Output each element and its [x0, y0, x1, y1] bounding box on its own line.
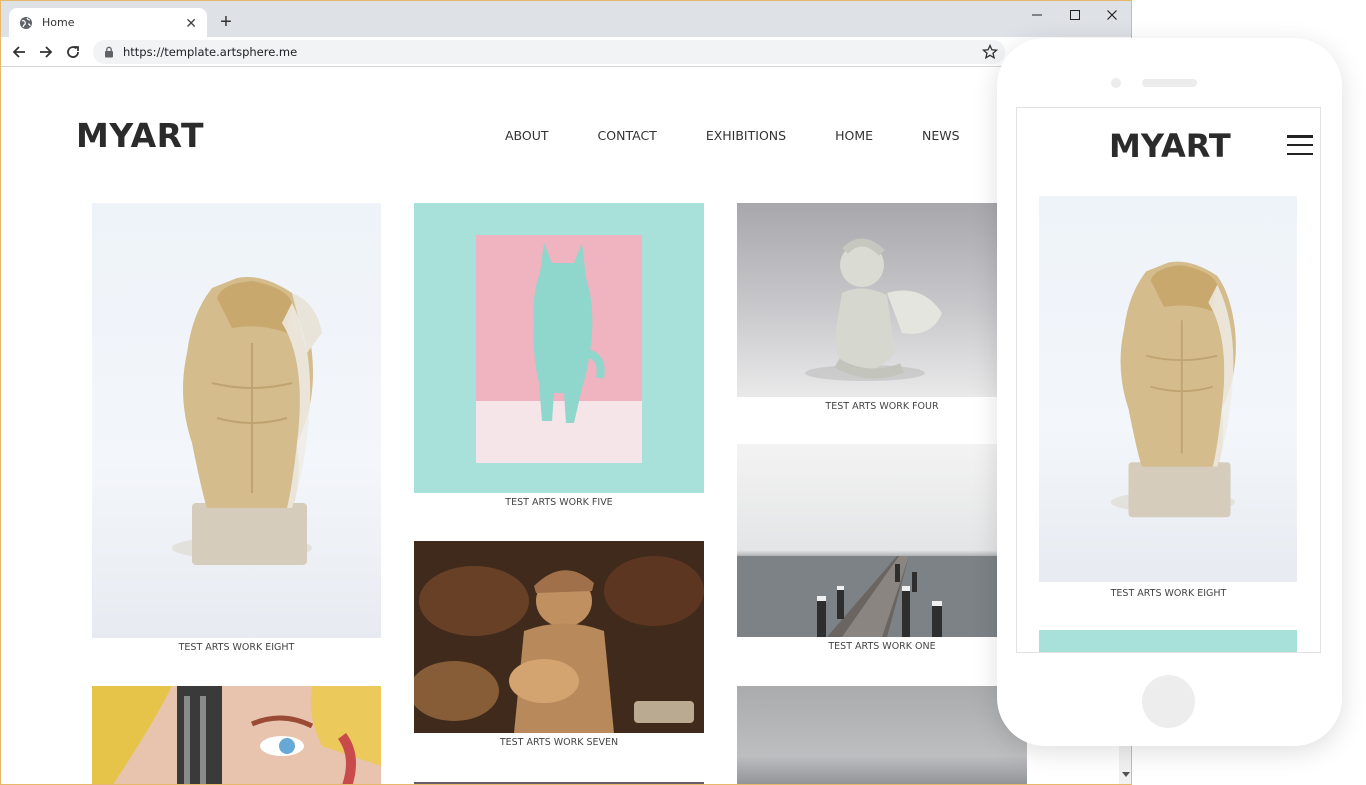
phone-screen: MYART TEST ARTS WORK EIGHT [1016, 107, 1321, 653]
browser-toolbar: https://template.artsphere.me [1, 37, 1131, 67]
gallery-caption: TEST ARTS WORK FIVE [505, 497, 613, 508]
nav-item-home[interactable]: HOME [835, 128, 873, 143]
artwork-image-fog[interactable] [737, 686, 1027, 784]
browser-window: Home ✕ + https://template.artsphere.me M… [0, 0, 1132, 785]
artwork-image-torso[interactable] [92, 203, 381, 638]
star-icon[interactable] [982, 44, 998, 60]
gallery-caption: TEST ARTS WORK ONE [828, 641, 936, 652]
artwork-image-pier[interactable] [737, 444, 999, 637]
screenshot-stage: Home ✕ + https://template.artsphere.me M… [0, 0, 1366, 785]
tab-title: Home [42, 16, 75, 29]
mobile-gallery-caption: TEST ARTS WORK EIGHT [1110, 588, 1227, 599]
gallery-caption: TEST ARTS WORK EIGHT [178, 642, 295, 653]
site-nav: ABOUT CONTACT EXHIBITIONS HOME NEWS WO [505, 128, 1080, 143]
artwork-image-popart[interactable] [92, 686, 381, 784]
arrow-left-icon[interactable] [10, 43, 28, 61]
lock-icon [105, 46, 113, 58]
close-icon[interactable]: ✕ [185, 16, 197, 30]
mobile-artwork-image-next[interactable] [1039, 630, 1297, 652]
phone-mockup: MYART TEST ARTS WORK EIGHT [997, 38, 1342, 746]
phone-speaker [1142, 79, 1197, 87]
phone-camera [1111, 78, 1121, 88]
web-page: MYART ABOUT CONTACT EXHIBITIONS HOME NEW… [1, 68, 1119, 784]
address-bar[interactable]: https://template.artsphere.me [93, 40, 1005, 64]
gallery-caption: TEST ARTS WORK SEVEN [499, 737, 619, 748]
artwork-image-cat[interactable] [414, 203, 704, 493]
reload-icon[interactable] [64, 43, 82, 61]
mobile-site-logo[interactable]: MYART [1109, 127, 1231, 165]
url-text: https://template.artsphere.me [123, 45, 298, 59]
maximize-icon[interactable] [1065, 5, 1085, 25]
nav-item-about[interactable]: ABOUT [505, 128, 549, 143]
phone-home-button [1142, 675, 1195, 728]
gallery-caption: TEST ARTS WORK FOUR [825, 401, 939, 412]
site-logo[interactable]: MYART [76, 116, 204, 155]
artwork-image-carving[interactable] [414, 541, 704, 733]
new-tab-button[interactable]: + [216, 10, 236, 34]
tab-home[interactable]: Home ✕ [9, 8, 207, 37]
artwork-image-cherub[interactable] [737, 203, 999, 397]
window-close-icon[interactable] [1102, 5, 1122, 25]
hamburger-menu-icon[interactable] [1287, 135, 1313, 155]
minimize-icon[interactable] [1027, 5, 1047, 25]
arrow-right-icon[interactable] [37, 43, 55, 61]
globe-icon [20, 16, 32, 29]
tab-bar: Home ✕ + [1, 1, 1131, 37]
nav-item-contact[interactable]: CONTACT [598, 128, 657, 143]
nav-item-exhibitions[interactable]: EXHIBITIONS [706, 128, 786, 143]
scroll-down-arrow-icon[interactable] [1122, 772, 1130, 777]
mobile-artwork-image-torso[interactable] [1039, 196, 1297, 582]
nav-item-news[interactable]: NEWS [922, 128, 960, 143]
